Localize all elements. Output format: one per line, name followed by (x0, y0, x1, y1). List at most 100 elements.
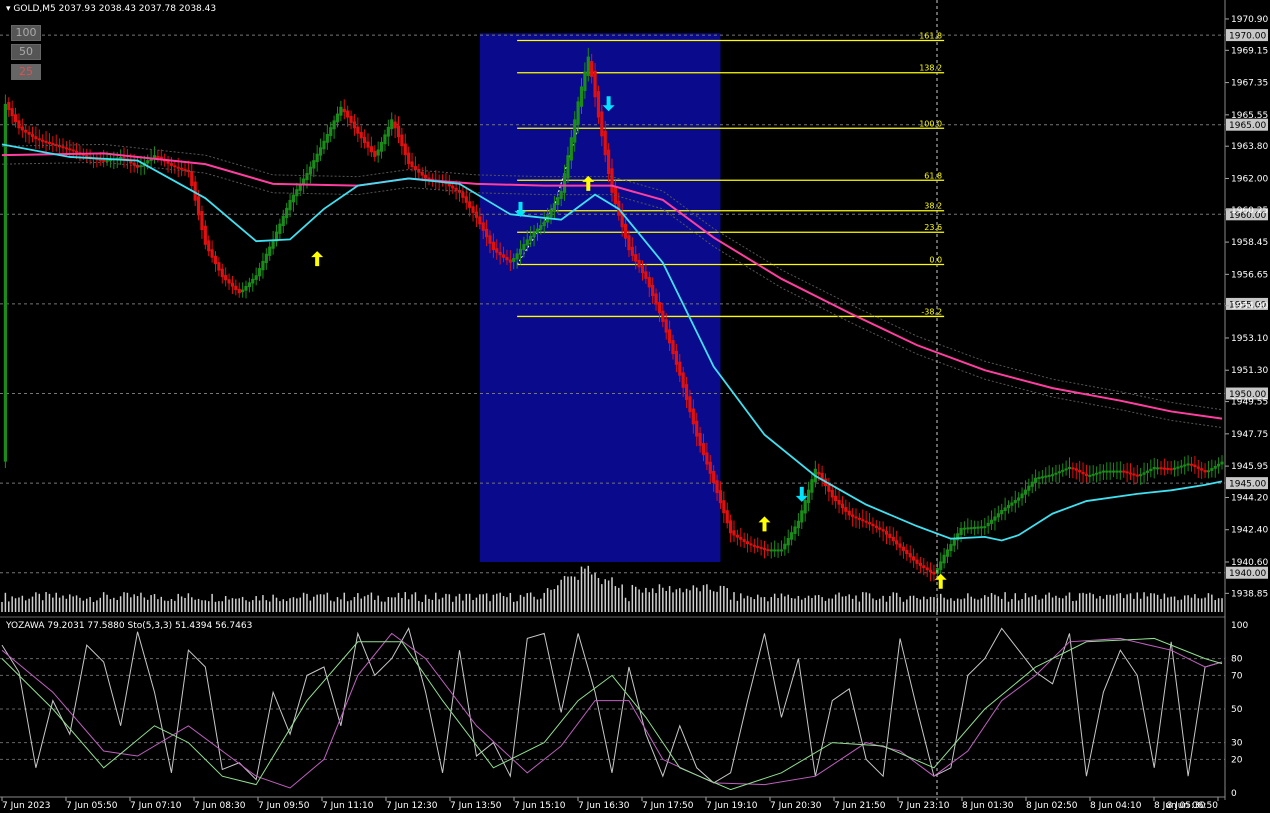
oscillator-label: YOZAWA 79.2031 77.5880 Sto(5,3,3) 51.439… (6, 621, 253, 631)
y-tick-label: 1938.85 (1231, 589, 1268, 599)
candle-body (30, 134, 35, 137)
candle-body (912, 556, 916, 561)
candle-body (315, 153, 319, 163)
candle-body (867, 522, 872, 525)
candle-body (1128, 472, 1133, 475)
candle-body (1091, 473, 1095, 476)
candle-body (295, 189, 299, 197)
candle-body (657, 302, 662, 314)
candle-body (1172, 467, 1177, 470)
candle-body (281, 215, 285, 226)
candle-body (180, 167, 184, 170)
candle-body (383, 134, 387, 145)
candle-body (766, 549, 770, 552)
level-button-100[interactable]: 100 (11, 25, 41, 41)
candle-body (176, 166, 180, 169)
candle-body (908, 553, 912, 558)
candle-body (796, 520, 800, 529)
candle-body (1132, 473, 1136, 476)
candle-body (1050, 474, 1055, 477)
y-tick-label: 1953.10 (1231, 334, 1268, 344)
candle-body (986, 522, 990, 527)
candle-body (705, 452, 709, 465)
candle-body (451, 185, 455, 189)
candle-body (413, 166, 418, 170)
candle-body (634, 254, 638, 262)
candle-body (1003, 507, 1007, 511)
candle-body (1139, 474, 1143, 477)
candle-body (857, 517, 861, 520)
candle-body (878, 527, 882, 530)
candle-body (918, 562, 922, 566)
dropdown-triangle-icon[interactable]: ▾ (6, 4, 11, 14)
candle-body (1145, 470, 1150, 473)
candle-body (474, 211, 479, 218)
candle-body (671, 340, 675, 355)
y-tick-label: 1945.95 (1231, 462, 1268, 472)
candle-body (1156, 467, 1160, 470)
y-tick-label: 1942.40 (1231, 526, 1268, 536)
candle-body (37, 138, 41, 141)
candle-body (928, 569, 933, 573)
candle-body (681, 372, 685, 388)
candle-body (495, 248, 499, 253)
candle-body (1125, 471, 1129, 474)
y-tick-label: 1960.25 (1231, 206, 1268, 216)
candle-body (790, 532, 794, 540)
time-label: 7 Jun 08:30 (194, 801, 246, 811)
y-tick-label: 1965.55 (1231, 111, 1268, 121)
fib-label: 23.6 (924, 223, 942, 232)
candle-body (322, 140, 326, 150)
candle-body (217, 262, 221, 271)
chart-canvas[interactable]: 161.8 138.2 100.0 61.8 38.2 23.6 0.0 -38.2 1970… (0, 0, 1270, 813)
candle-body (915, 559, 919, 564)
y-tick-label: 1951.30 (1231, 366, 1268, 376)
candle-body (847, 510, 851, 516)
candle-body (478, 216, 482, 225)
candle-body (349, 115, 353, 123)
candle-body (803, 499, 807, 514)
candle-body (1186, 463, 1190, 466)
candle-body (817, 471, 821, 475)
level-button-50[interactable]: 50 (11, 44, 41, 60)
candle-body (420, 171, 424, 176)
fib-label: 0.0 (929, 255, 942, 264)
candle-body (610, 168, 614, 193)
candle-body (105, 159, 109, 162)
candle-body (576, 101, 580, 125)
candle-body (285, 207, 289, 219)
candle-body (793, 526, 797, 534)
candle-body (959, 527, 963, 535)
candle-body (183, 168, 187, 171)
candle-body (769, 549, 773, 552)
candle-body (583, 71, 587, 91)
candle-body (684, 384, 689, 400)
candle-body (1010, 502, 1014, 506)
candle-body (898, 543, 902, 548)
candle-body (566, 155, 570, 179)
ohlc-label: 2037.93 2038.43 2037.78 2038.43 (58, 4, 217, 14)
level-button-25[interactable]: 25 (11, 64, 41, 80)
osc-tick-label: 50 (1231, 705, 1243, 715)
candle-body (173, 165, 177, 168)
candle-body (830, 490, 834, 498)
candle-body (220, 268, 224, 278)
candle-body (393, 121, 397, 129)
osc-tick-label: 20 (1231, 755, 1243, 765)
y-tick-label: 1956.65 (1231, 270, 1268, 280)
time-label: 7 Jun 16:30 (578, 801, 630, 811)
candle-body (1101, 470, 1105, 473)
candle-body (1203, 470, 1207, 473)
candle-body (644, 271, 648, 279)
candle-body (1037, 477, 1041, 480)
candle-body (224, 275, 228, 281)
osc-tick-label: 70 (1231, 671, 1243, 681)
candle-body (1118, 470, 1122, 473)
candle-body (400, 134, 404, 147)
candle-body (325, 134, 329, 143)
candle-body (881, 529, 885, 532)
candle-body (773, 549, 777, 552)
candle-body (549, 209, 553, 218)
candle-body (691, 408, 695, 425)
candle-body (888, 533, 892, 538)
